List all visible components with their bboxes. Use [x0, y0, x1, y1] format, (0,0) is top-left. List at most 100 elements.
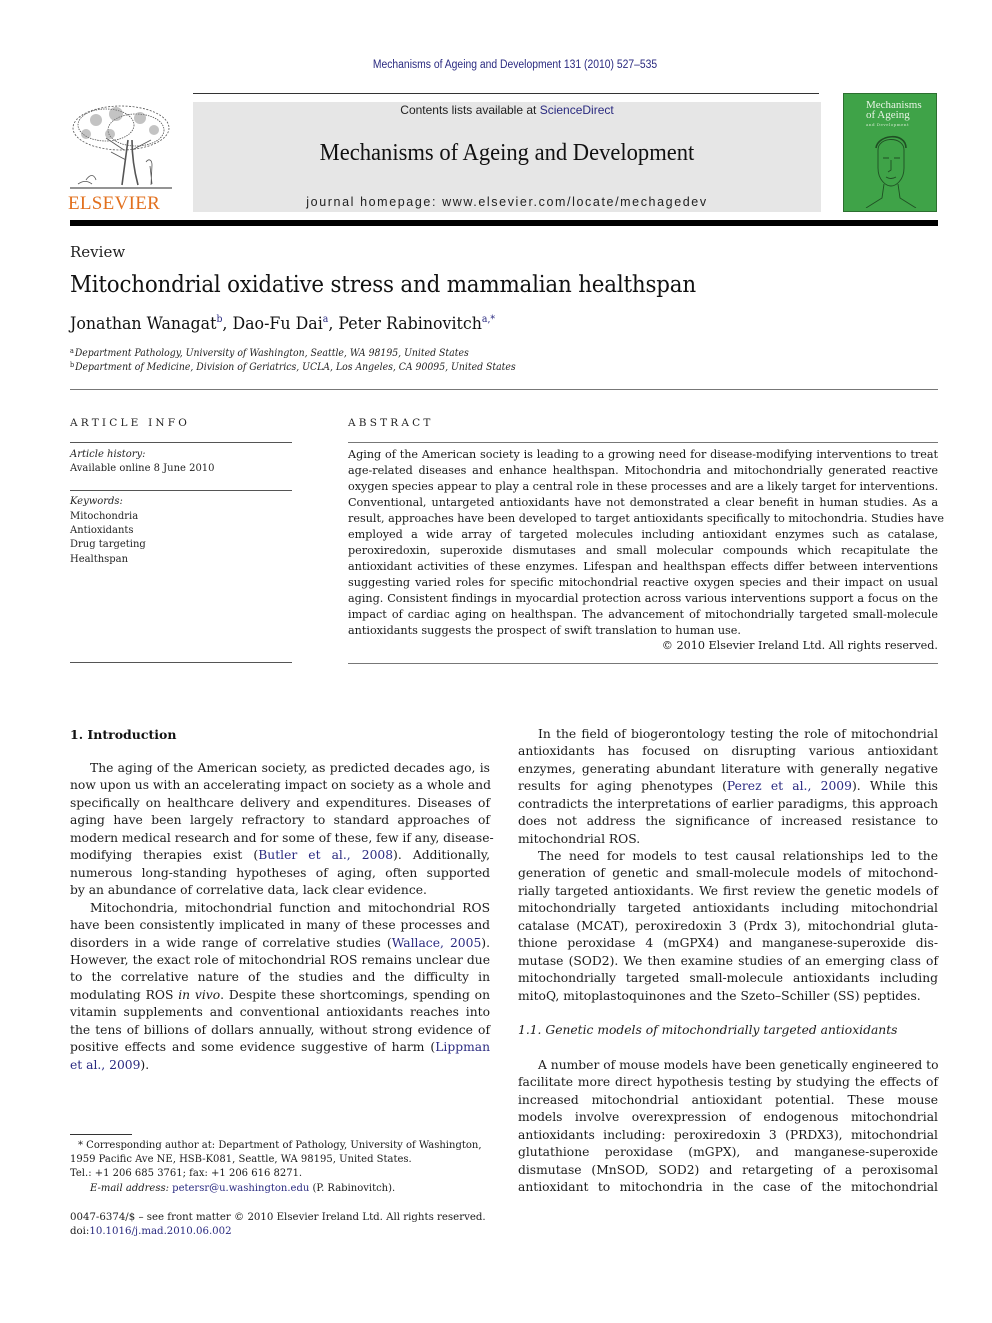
body-text-line: However, the exact role of mitochondrial…	[70, 952, 490, 967]
cover-title: Mechanisms of Ageing	[866, 100, 922, 121]
journal-citation-link[interactable]: Mechanisms of Ageing and Development 131…	[52, 59, 979, 71]
affiliation-mark[interactable]: a	[323, 314, 329, 325]
affiliation-label: a	[70, 347, 74, 355]
abstract-line: aging. Consistent findings in myocardial…	[348, 592, 938, 605]
article-type: Review	[70, 243, 126, 261]
abstract-line: impact of cardiac aging on healthspan. T…	[348, 608, 938, 621]
body-text-line: facilitate more direct hypothesis testin…	[518, 1075, 938, 1090]
body-text-line: disorders in a wide range of correlative…	[70, 935, 490, 950]
affiliation: bDepartment of Medicine, Division of Ger…	[70, 361, 516, 373]
keyword: Drug targeting	[70, 538, 146, 550]
italic-term: in vivo	[178, 987, 221, 1002]
intro-paragraph-1: The aging of the American society, as pr…	[70, 760, 494, 900]
body-text-line: thione peroxidase 4 (mGPX4) and manganes…	[518, 936, 938, 951]
body-text-line: specifically on healthcare delivery and …	[70, 795, 490, 810]
body-text-line: mitochondrially targeted small-molecule …	[518, 971, 938, 986]
email-label: E-mail address:	[90, 1183, 173, 1194]
reference-link[interactable]: Perez et al., 2009	[727, 779, 852, 793]
body-text-line: mitoQ, mitoplastoquinones and the Szeto–…	[518, 988, 921, 1003]
doi-prefix: doi:	[70, 1226, 90, 1237]
email-suffix: (P. Rabinovitch).	[309, 1183, 396, 1194]
reference-link[interactable]: Butler et al., 2008	[258, 848, 393, 862]
email-footnote: E-mail address: petersr@u.washington.edu…	[70, 1182, 490, 1196]
journal-name: Mechanisms of Ageing and Development	[319, 140, 695, 166]
article-title: Mitochondrial oxidative stress and mamma…	[70, 272, 696, 298]
body-text-line: enzymes, generating abundant literature …	[518, 761, 938, 776]
body-text-line: mitochondrially targeted antioxidants in…	[518, 901, 938, 916]
abstract-copyright: © 2010 Elsevier Ireland Ltd. All rights …	[661, 639, 938, 652]
header-thick-rule	[70, 220, 938, 226]
abstract-rule	[348, 442, 938, 443]
abstract-line: age-related diseases and enhance healths…	[348, 464, 938, 477]
abstract-line: antioxidant activities of these enzymes.…	[348, 560, 938, 573]
body-text-line: modern medical research and for some of …	[70, 830, 494, 845]
abstract-line: oxygen species appear to play a central …	[348, 480, 939, 493]
body-text-line: mutase (SOD2). We then examine studies o…	[518, 953, 938, 968]
body-text-line: by an abundance of correlative data, lac…	[70, 883, 427, 898]
reference-link[interactable]: Lippman	[435, 1040, 490, 1054]
body-text-line: A number of mouse models have been genet…	[538, 1058, 939, 1072]
subsection-heading: 1.1. Genetic models of mitochondrially t…	[518, 1023, 898, 1037]
contents-prefix: Contents lists available at	[400, 103, 540, 117]
reference-link[interactable]: et al., 2009	[70, 1058, 140, 1072]
body-text-line: positive effects and some evidence sugge…	[70, 1040, 490, 1055]
body-text-line: the tens of billions of dollars annually…	[70, 1022, 490, 1037]
journal-homepage[interactable]: journal homepage: www.elsevier.com/locat…	[193, 195, 821, 209]
cover-title-line2: of Ageing	[866, 109, 910, 121]
abstract-text: Aging of the American society is leading…	[348, 447, 944, 639]
body-text-line: et al., 2009).	[70, 1057, 150, 1072]
footnote-line: 1959 Pacific Ave NE, HSB-K081, Seattle, …	[70, 1154, 412, 1165]
abstract-bottom-rule	[348, 663, 938, 664]
author-name[interactable]: Jonathan Wanagat	[70, 314, 216, 334]
body-text-line: contradicts the interpretations of earli…	[518, 796, 938, 811]
affiliation-label: b	[70, 361, 75, 369]
affiliation-mark[interactable]: b	[216, 314, 222, 325]
body-text-line: dismutase (MnSOD, SOD2) and retargeting …	[518, 1162, 938, 1177]
body-text-line: mitochondrial ROS.	[518, 831, 641, 846]
doi-link[interactable]: 10.1016/j.mad.2010.06.002	[89, 1226, 231, 1237]
author-name[interactable]: Dao-Fu Dai	[232, 314, 322, 334]
body-text-line: generation of genetic and small-molecule…	[518, 866, 938, 881]
affiliation-text: Department Pathology, University of Wash…	[74, 348, 469, 359]
abstract-line: Aging of the American society is leading…	[348, 448, 938, 461]
author-list: Jonathan Wanagatb, Dao-Fu Daia, Peter Ra…	[70, 314, 496, 334]
footnote-line: Tel.: +1 206 685 3761; fax: +1 206 616 8…	[70, 1168, 303, 1179]
affiliation-mark[interactable]: a,*	[482, 314, 495, 325]
body-text-line: modifying therapies exist (Butler et al.…	[70, 848, 490, 863]
body-text-line: antioxidants has focused on disrupting v…	[518, 744, 938, 759]
history-label: Article history:	[70, 448, 146, 460]
sciencedirect-link[interactable]: ScienceDirect	[540, 103, 614, 117]
body-text-line: glutathione peroxidase (mGPX), and manga…	[518, 1145, 938, 1160]
contents-availability: Contents lists available at ScienceDirec…	[193, 103, 821, 117]
face-illustration-icon	[865, 135, 917, 208]
email-link[interactable]: petersr@u.washington.edu	[172, 1183, 309, 1194]
reference-link[interactable]: Wallace, 2005	[392, 936, 482, 950]
body-text-line: to the correlative nature of the studies…	[70, 970, 490, 985]
footnote-line: * Corresponding author at: Department of…	[78, 1140, 482, 1151]
intro-paragraph-2: Mitochondria, mitochondrial function and…	[70, 900, 490, 1075]
section-heading-introduction: 1. Introduction	[70, 727, 177, 742]
history-value: Available online 8 June 2010	[70, 462, 215, 474]
affiliation: aDepartment Pathology, University of Was…	[70, 347, 469, 359]
journal-cover-thumbnail[interactable]: Mechanisms of Ageing and Development	[843, 93, 937, 212]
body-text-line: numerous long-standing hypotheses of agi…	[70, 865, 490, 880]
article-info-rule	[70, 442, 292, 443]
abstract-line: peroxiredoxin, superoxide dismutases and…	[348, 544, 938, 557]
abstract-heading: ABSTRACT	[348, 417, 434, 429]
body-text-line: have been consistently implicated in man…	[70, 918, 490, 933]
keyword: Mitochondria	[70, 510, 139, 522]
abstract-line: Conventional, untargeted antioxidants ha…	[348, 496, 938, 509]
body-text-line: antioxidant to mitochondria in the case …	[518, 1180, 938, 1195]
keywords-rule	[70, 490, 292, 491]
body-text-line: rially targeted antioxidants. We first r…	[518, 883, 938, 898]
author-name[interactable]: Peter Rabinovitch	[338, 314, 482, 334]
body-text-line: modulating ROS in vivo. Despite these sh…	[70, 987, 491, 1002]
abstract-line: employed a wide array of targeted molecu…	[348, 528, 938, 541]
doi-line: doi:10.1016/j.mad.2010.06.002	[70, 1226, 232, 1237]
keywords-label: Keywords:	[70, 495, 123, 507]
body-text-line: In the field of biogerontology testing t…	[538, 727, 938, 741]
tree-icon	[70, 105, 172, 189]
abstract-line: antioxidants suggests the prospect of sw…	[348, 624, 741, 637]
intro-paragraph-4: The need for models to test causal relat…	[518, 848, 938, 1005]
article-info-bottom-rule	[70, 662, 292, 663]
